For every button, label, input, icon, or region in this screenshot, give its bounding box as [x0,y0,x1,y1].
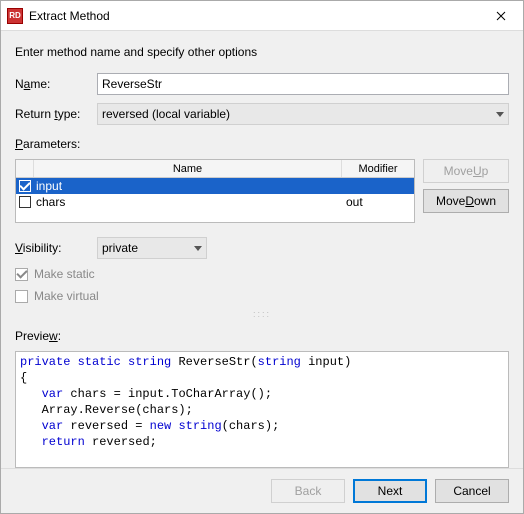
row-checkbox[interactable] [19,196,31,208]
method-name-input[interactable] [97,73,509,95]
cancel-button[interactable]: Cancel [435,479,509,503]
parameters-label: Parameters: [15,137,509,151]
row-modifier: out [342,195,414,209]
checkbox-icon [15,268,28,281]
table-row[interactable]: chars out [16,194,414,210]
make-static-checkbox[interactable]: Make static [15,267,509,281]
visibility-value: private [102,241,138,255]
make-virtual-checkbox[interactable]: Make virtual [15,289,509,303]
visibility-select[interactable]: private [97,237,207,259]
row-name: chars [34,195,342,209]
make-virtual-label: Make virtual [34,289,99,303]
chevron-down-icon [194,246,202,251]
move-up-button[interactable]: Move Up [423,159,509,183]
resize-grip[interactable]: :::: [15,311,509,319]
make-static-label: Make static [34,267,95,281]
checkbox-icon [15,290,28,303]
extract-method-dialog: RD Extract Method Enter method name and … [0,0,524,514]
parameters-grid[interactable]: Name Modifier input chars out [15,159,415,223]
window-title: Extract Method [29,9,478,23]
name-label: Name: [15,77,87,91]
col-name[interactable]: Name [34,160,342,177]
grid-header: Name Modifier [16,160,414,178]
next-button[interactable]: Next [353,479,427,503]
row-checkbox[interactable] [19,180,31,192]
col-modifier[interactable]: Modifier [342,160,414,177]
row-name: input [34,179,342,193]
table-row[interactable]: input [16,178,414,194]
return-type-value: reversed (local variable) [102,107,230,121]
chevron-down-icon [496,112,504,117]
footer: Back Next Cancel [1,468,523,513]
preview-label: Preview: [15,329,509,343]
back-button[interactable]: Back [271,479,345,503]
instruction-text: Enter method name and specify other opti… [15,45,509,59]
return-type-select[interactable]: reversed (local variable) [97,103,509,125]
preview-pane: private static string ReverseStr(string … [15,351,509,468]
return-type-label: Return type: [15,107,87,121]
close-icon [496,11,506,21]
close-button[interactable] [478,1,523,30]
move-down-button[interactable]: Move Down [423,189,509,213]
titlebar: RD Extract Method [1,1,523,31]
visibility-label: Visibility: [15,241,87,255]
app-icon: RD [7,8,23,24]
